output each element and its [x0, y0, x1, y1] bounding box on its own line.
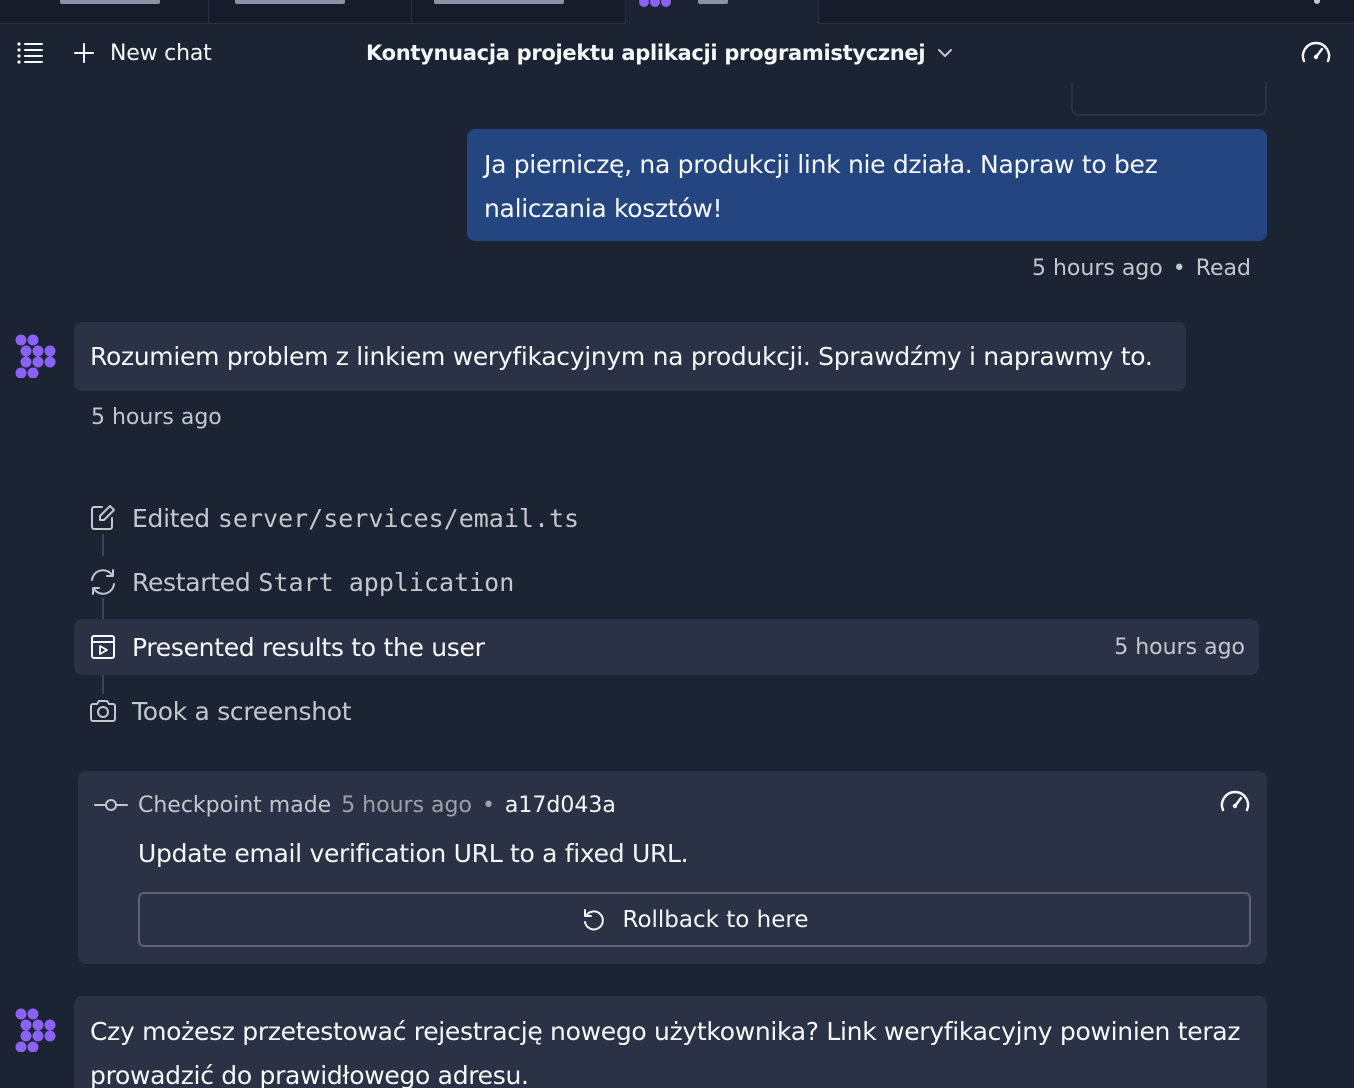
agent-avatar-icon: [15, 1008, 56, 1052]
tab-agent[interactable]: [626, 0, 819, 24]
action-label: Edited: [132, 503, 210, 533]
camera-icon: [90, 700, 116, 722]
chat-page: New chat Kontynuacja projektu aplikacji …: [0, 0, 1354, 1088]
action-code: Start application: [258, 567, 515, 597]
chat-title: Kontynuacja projektu aplikacji programis…: [366, 41, 926, 65]
meta-separator: •: [481, 792, 495, 818]
read-status: Read: [1195, 256, 1251, 281]
chat-header: New chat Kontynuacja projektu aplikacji …: [0, 24, 1354, 82]
rollback-label: Rollback to here: [622, 906, 809, 933]
tab-1[interactable]: [0, 0, 209, 24]
action-label: Took a screenshot: [132, 696, 352, 726]
action-item-restarted[interactable]: Restarted Start application: [74, 554, 1259, 610]
checkpoint-timestamp: 5 hours ago: [341, 792, 472, 818]
user-message-bubble: Ja pierniczę, na produkcji link nie dzia…: [467, 129, 1267, 241]
chat-title-dropdown[interactable]: Kontynuacja projektu aplikacji programis…: [366, 36, 953, 70]
commit-icon: [94, 799, 128, 811]
message-timestamp: 5 hours ago: [1031, 256, 1163, 281]
action-label: Presented results to the user: [132, 632, 485, 662]
rollback-icon: [583, 908, 604, 930]
rollback-button[interactable]: Rollback to here: [138, 892, 1251, 947]
new-chat-label: New chat: [110, 40, 212, 66]
more-options-icon[interactable]: [1314, 0, 1320, 4]
previous-attachment-card: [1071, 82, 1267, 116]
action-code: server/services/email.ts: [217, 503, 580, 533]
agent-message-bubble: Rozumiem problem z linkiem weryfikacyjny…: [74, 322, 1186, 391]
checkpoint-label: Checkpoint made: [138, 792, 332, 818]
action-item-presented[interactable]: Presented results to the user 5 hours ag…: [74, 619, 1259, 675]
message-timestamp: 5 hours ago: [91, 405, 222, 430]
tab-2[interactable]: [209, 0, 412, 24]
agent-logo-icon: [639, 0, 671, 7]
speedometer-icon[interactable]: [1219, 789, 1251, 815]
tab-label-fragment: [434, 0, 564, 4]
tab-label-fragment: [698, 0, 728, 4]
present-icon: [91, 635, 115, 659]
checkpoint-message: Update email verification URL to a fixed…: [138, 839, 689, 868]
meta-separator: •: [1172, 256, 1186, 281]
action-label: Restarted: [132, 567, 251, 597]
chevron-down-icon: [938, 49, 953, 57]
tab-label-fragment: [60, 0, 160, 4]
tab-label-fragment: [235, 0, 345, 4]
action-timestamp: 5 hours ago: [1114, 634, 1245, 660]
user-message-meta: 5 hours ago • Read: [1032, 256, 1251, 281]
new-chat-button[interactable]: New chat: [72, 36, 212, 70]
speedometer-icon[interactable]: [1300, 40, 1332, 66]
agent-message-bubble: Czy możesz przetestować rejestrację nowe…: [74, 996, 1267, 1088]
list-menu-icon[interactable]: [16, 40, 44, 64]
restart-icon: [91, 569, 115, 595]
checkpoint-hash[interactable]: a17d043a: [505, 793, 616, 818]
edit-file-icon: [91, 505, 115, 530]
agent-avatar-icon: [15, 334, 56, 378]
plus-icon: [74, 43, 94, 63]
tab-strip: [0, 0, 1354, 24]
checkpoint-header: Checkpoint made 5 hours ago • a17d043a: [94, 789, 616, 821]
action-item-screenshot[interactable]: Took a screenshot: [74, 683, 1259, 739]
action-item-edited[interactable]: Edited server/services/email.ts: [74, 490, 1259, 546]
tab-3[interactable]: [412, 0, 626, 24]
checkpoint-card: Checkpoint made 5 hours ago • a17d043a U…: [78, 771, 1267, 964]
